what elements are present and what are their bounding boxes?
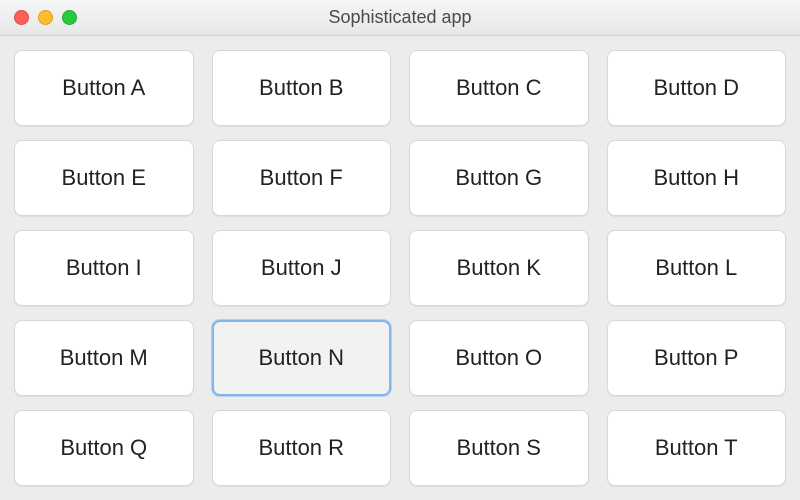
minimize-icon[interactable] [38, 10, 53, 25]
window-controls [14, 10, 77, 25]
button-b[interactable]: Button B [212, 50, 392, 126]
close-icon[interactable] [14, 10, 29, 25]
titlebar: Sophisticated app [0, 0, 800, 36]
button-t[interactable]: Button T [607, 410, 787, 486]
button-g[interactable]: Button G [409, 140, 589, 216]
button-k[interactable]: Button K [409, 230, 589, 306]
button-s[interactable]: Button S [409, 410, 589, 486]
button-e[interactable]: Button E [14, 140, 194, 216]
button-j[interactable]: Button J [212, 230, 392, 306]
button-r[interactable]: Button R [212, 410, 392, 486]
button-grid: Button A Button B Button C Button D Butt… [0, 36, 800, 500]
zoom-icon[interactable] [62, 10, 77, 25]
window-title: Sophisticated app [0, 7, 800, 28]
button-a[interactable]: Button A [14, 50, 194, 126]
button-d[interactable]: Button D [607, 50, 787, 126]
button-m[interactable]: Button M [14, 320, 194, 396]
button-i[interactable]: Button I [14, 230, 194, 306]
button-o[interactable]: Button O [409, 320, 589, 396]
app-window: Sophisticated app Button A Button B Butt… [0, 0, 800, 500]
button-p[interactable]: Button P [607, 320, 787, 396]
button-n[interactable]: Button N [212, 320, 392, 396]
button-f[interactable]: Button F [212, 140, 392, 216]
button-q[interactable]: Button Q [14, 410, 194, 486]
button-h[interactable]: Button H [607, 140, 787, 216]
button-l[interactable]: Button L [607, 230, 787, 306]
button-c[interactable]: Button C [409, 50, 589, 126]
